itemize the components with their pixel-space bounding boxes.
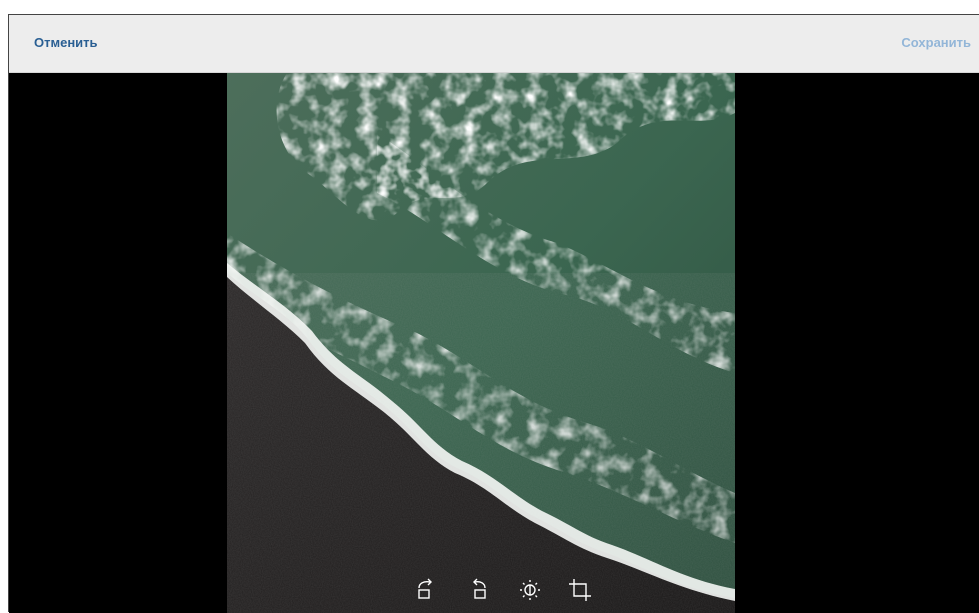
edited-photo [227, 73, 735, 613]
editor-header: Отменить Сохранить [9, 15, 979, 73]
rotate-left-icon[interactable] [467, 577, 493, 603]
photo-editor: Отменить Сохранить [8, 14, 979, 613]
rotate-right-icon[interactable] [413, 577, 439, 603]
crop-icon[interactable] [567, 577, 593, 603]
editor-canvas [9, 73, 979, 613]
brightness-icon[interactable] [517, 577, 543, 603]
cancel-button[interactable]: Отменить [34, 35, 98, 50]
save-button[interactable]: Сохранить [901, 35, 971, 50]
